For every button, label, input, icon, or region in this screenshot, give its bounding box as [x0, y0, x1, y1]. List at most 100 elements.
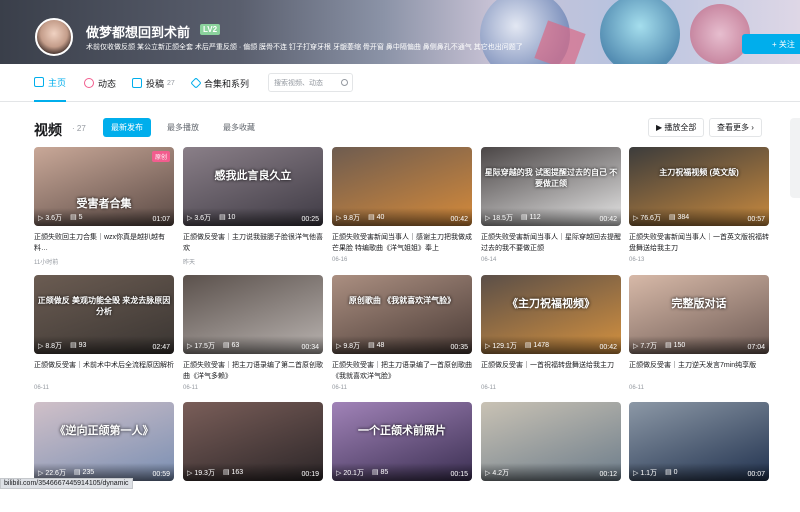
video-thumbnail[interactable]: 原创歌曲 《我就喜欢洋气脸》 ▷ 9.8万 ▤ 48 00:35 [332, 275, 472, 354]
video-card[interactable]: ▷ 19.3万 ▤ 163 00:19 [183, 402, 323, 512]
comment-count: ▤ 0 [665, 469, 678, 476]
video-title[interactable]: 正颌失败回主刀合集｜wzx你真是越扒越有料… [34, 232, 174, 254]
tab-dynamic[interactable]: 动态 [84, 64, 116, 102]
video-title[interactable]: 正颌失败受害新闻当事人｜一首英文版祝福转盘舞送给我主刀 [629, 232, 769, 254]
search-icon[interactable] [341, 79, 348, 86]
video-duration: 00:19 [301, 471, 319, 478]
video-thumbnail[interactable]: ▷ 9.8万 ▤ 40 00:42 [332, 147, 472, 226]
video-title[interactable]: 正颌失败受害｜把主刀语录编了第二首原创歌曲《洋气多赖》 [183, 360, 323, 382]
view-count: ▷ 3.6万 [187, 215, 212, 222]
sort-most-played-button[interactable]: 最多播放 [159, 118, 207, 137]
tab-home[interactable]: 主页 [34, 64, 67, 102]
video-stats: ▷ 129.1万 ▤ 1478 [485, 341, 549, 351]
video-stats: ▷ 18.5万 ▤ 112 [485, 213, 541, 223]
video-stats: ▷ 8.8万 ▤ 93 [38, 341, 86, 351]
video-card[interactable]: 星际穿越的我 试图提醒过去的自己 不要做正颌 ▷ 18.5万 ▤ 112 00:42 正… [481, 147, 621, 263]
video-stats: ▷ 20.1万 ▤ 85 [336, 468, 388, 478]
video-thumbnail[interactable]: 完整版对话 ▷ 7.7万 ▤ 150 07:04 [629, 275, 769, 354]
video-card[interactable]: ▷ 4.2万 00:12 [481, 402, 621, 512]
play-all-button[interactable]: ▶ 播放全部 [648, 118, 705, 137]
video-thumbnail[interactable]: 《逆向正颌第一人》 ▷ 22.6万 ▤ 235 00:59 [34, 402, 174, 481]
video-thumbnail[interactable]: ▷ 17.5万 ▤ 63 00:34 [183, 275, 323, 354]
sort-most-saved-button[interactable]: 最多收藏 [215, 118, 263, 137]
view-count: ▷ 18.5万 [485, 215, 513, 222]
video-card[interactable]: ▷ 1.1万 ▤ 0 00:07 [629, 402, 769, 512]
video-card[interactable]: ▷ 9.8万 ▤ 40 00:42 正颌失败受害新闻当事人｜感谢主刀把我做成芒果脸 特… [332, 147, 472, 263]
username[interactable]: 做梦都想回到术前 [86, 22, 190, 41]
video-title[interactable]: 正颌失败受害｜把主刀语录编了一首原创歌曲《我就喜欢洋气脸》 [332, 360, 472, 382]
comment-count: ▤ 384 [668, 214, 690, 221]
sort-latest-button[interactable]: 最新发布 [103, 118, 151, 137]
video-thumbnail[interactable]: ▷ 1.1万 ▤ 0 00:07 [629, 402, 769, 481]
video-title[interactable]: 正颌失败受害新闻当事人｜感谢主刀把我做成芒果脸 特编歌曲《洋气姐姐》奉上 [332, 232, 472, 254]
video-duration: 00:34 [301, 344, 319, 351]
video-duration: 00:12 [599, 471, 617, 478]
video-title[interactable]: 正颌做反受害｜主刀逆天发言7min纯享版 [629, 360, 769, 382]
video-thumbnail[interactable]: 受害者合集 原创 ▷ 3.6万 ▤ 5 01:07 [34, 147, 174, 226]
view-count: ▷ 17.5万 [187, 343, 215, 350]
video-card[interactable]: 《逆向正颌第一人》 ▷ 22.6万 ▤ 235 00:59 [34, 402, 174, 512]
video-duration: 07:04 [747, 344, 765, 351]
video-date: 昨天 [183, 260, 196, 266]
video-card[interactable]: 《主刀祝福视频》 ▷ 129.1万 ▤ 1478 00:42 正颌做反受害｜一首祝福转盘… [481, 275, 621, 391]
tab-collections[interactable]: 合集和系列 [190, 64, 250, 102]
view-count: ▷ 129.1万 [485, 343, 517, 350]
video-thumbnail[interactable]: 感我此言良久立 ▷ 3.6万 ▤ 10 00:25 [183, 147, 323, 226]
thumbnail-caption: 感我此言良久立 [214, 170, 292, 182]
video-card[interactable]: 感我此言良久立 ▷ 3.6万 ▤ 10 00:25 正颌做反受害｜主刀说我鼓腮子脸很洋气… [183, 147, 323, 266]
video-date: 06-11 [34, 385, 49, 391]
comment-count: ▤ 63 [222, 342, 240, 349]
comment-count: ▤ 163 [222, 469, 244, 476]
video-title[interactable] [183, 487, 323, 509]
video-title[interactable] [629, 487, 769, 509]
tab-uploads[interactable]: 投稿 27 [132, 64, 175, 102]
view-count: ▷ 8.8万 [38, 343, 63, 350]
video-stats: ▷ 3.6万 ▤ 10 [187, 213, 235, 223]
home-icon [34, 77, 44, 87]
video-stats: ▷ 17.5万 ▤ 63 [187, 341, 239, 351]
video-title[interactable]: 正颌失败受害新闻当事人｜星际穿越回去提醒过去的我不要做正颌 [481, 232, 621, 254]
user-signature: 术前仅收做反颌 某公立新正颌全套 术后严重反颌 · 偏颌 膜骨不连 钉子打穿牙根… [86, 44, 523, 51]
view-count: ▷ 19.3万 [187, 470, 215, 477]
video-card[interactable]: ▷ 17.5万 ▤ 63 00:34 正颌失败受害｜把主刀语录编了第二首原创歌曲《洋气… [183, 275, 323, 391]
video-thumbnail[interactable]: 《主刀祝福视频》 ▷ 129.1万 ▤ 1478 00:42 [481, 275, 621, 354]
video-duration: 00:35 [450, 344, 468, 351]
video-thumbnail[interactable]: ▷ 19.3万 ▤ 163 00:19 [183, 402, 323, 481]
video-title[interactable]: 正颌做反受害｜一首祝福转盘舞送给我主刀 [481, 360, 621, 382]
video-stats: ▷ 22.6万 ▤ 235 [38, 468, 94, 478]
tab-collections-label: 合集和系列 [204, 78, 250, 89]
tab-uploads-label: 投稿 [146, 78, 165, 89]
video-date: 06-11 [332, 385, 347, 391]
video-card[interactable]: 受害者合集 原创 ▷ 3.6万 ▤ 5 01:07 正颌失败回主刀合集｜wzx你真是越扒越… [34, 147, 174, 266]
video-card[interactable]: 正颌做反 美观功能全毁 来龙去脉原因分析 ▷ 8.8万 ▤ 93 02:47 正颌做反受… [34, 275, 174, 391]
view-count: ▷ 7.7万 [633, 343, 658, 350]
video-card[interactable]: 完整版对话 ▷ 7.7万 ▤ 150 07:04 正颌做反受害｜主刀逆天发言7min纯享… [629, 275, 769, 391]
video-thumbnail[interactable]: 正颌做反 美观功能全毁 来龙去脉原因分析 ▷ 8.8万 ▤ 93 02:47 [34, 275, 174, 354]
video-title[interactable]: 正颌做反受害｜主刀说我鼓腮子脸很洋气他喜欢 [183, 232, 323, 254]
video-date: 06-11 [481, 385, 496, 391]
video-thumbnail[interactable]: 一个正颌术前照片 ▷ 20.1万 ▤ 85 00:15 [332, 402, 472, 481]
video-thumbnail[interactable]: 星际穿越的我 试图提醒过去的自己 不要做正颌 ▷ 18.5万 ▤ 112 00:42 [481, 147, 621, 226]
video-card[interactable]: 主刀祝福视频 (英文版) ▷ 76.6万 ▤ 384 00:57 正颌失败受害新闻当事人… [629, 147, 769, 263]
video-title[interactable] [481, 487, 621, 509]
follow-button[interactable]: + 关注 [742, 34, 800, 54]
video-title[interactable]: 正颌做反受害｜术前术中术后全流程原因解析 [34, 360, 174, 382]
view-count: ▷ 4.2万 [485, 470, 510, 477]
view-count: ▷ 20.1万 [336, 470, 364, 477]
video-thumbnail[interactable]: 主刀祝福视频 (英文版) ▷ 76.6万 ▤ 384 00:57 [629, 147, 769, 226]
comment-count: ▤ 1478 [524, 342, 549, 349]
dynamic-icon [84, 78, 94, 88]
search-input[interactable]: 搜索视频、动态 [268, 73, 353, 92]
side-panel-tab[interactable] [790, 118, 800, 198]
view-count: ▷ 3.6万 [38, 215, 63, 222]
video-thumbnail[interactable]: ▷ 4.2万 00:12 [481, 402, 621, 481]
video-title[interactable] [34, 487, 174, 509]
video-card[interactable]: 一个正颌术前照片 ▷ 20.1万 ▤ 85 00:15 [332, 402, 472, 512]
video-card[interactable]: 原创歌曲 《我就喜欢洋气脸》 ▷ 9.8万 ▤ 48 00:35 正颌失败受害｜把主刀语… [332, 275, 472, 391]
avatar[interactable] [35, 18, 73, 56]
view-count: ▷ 9.8万 [336, 215, 361, 222]
view-count: ▷ 22.6万 [38, 470, 66, 477]
video-title[interactable] [332, 487, 472, 509]
view-more-button[interactable]: 查看更多 › [709, 118, 762, 137]
level-badge: LV2 [200, 24, 221, 35]
